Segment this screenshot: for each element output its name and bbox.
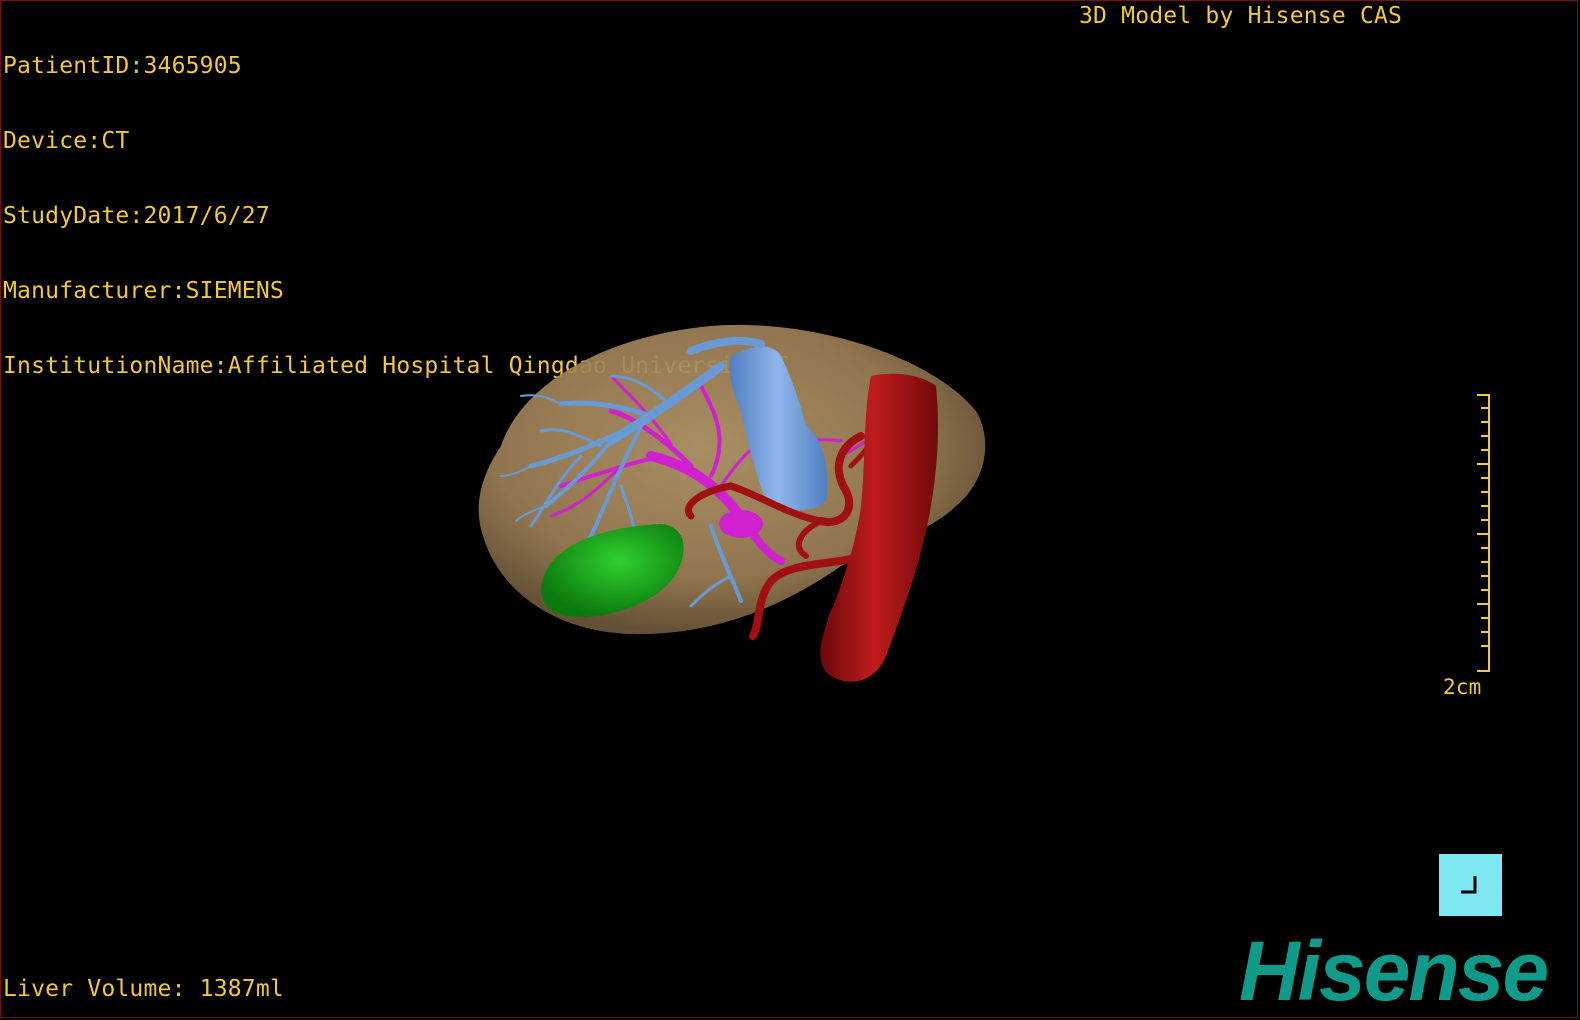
scale-bar bbox=[1477, 394, 1490, 672]
3d-render-viewport[interactable]: PatientID:3465905 Device:CT StudyDate:20… bbox=[0, 0, 1578, 1018]
model-credit-text: 3D Model by Hisense CAS bbox=[1079, 3, 1403, 29]
scale-label: 2cm bbox=[1443, 675, 1482, 699]
corner-bracket-icon bbox=[1461, 876, 1477, 894]
patient-id-text: PatientID:3465905 bbox=[3, 53, 242, 79]
corner-toggle-button[interactable] bbox=[1439, 854, 1502, 916]
liver-3d-model[interactable] bbox=[461, 316, 1021, 706]
brand-logo: Hisense bbox=[1239, 924, 1549, 1018]
device-text: Device:CT bbox=[3, 128, 130, 154]
liver-volume-text: Liver Volume: 1387ml bbox=[3, 976, 284, 1002]
manufacturer-text: Manufacturer:SIEMENS bbox=[3, 278, 284, 304]
study-date-text: StudyDate:2017/6/27 bbox=[3, 203, 270, 229]
